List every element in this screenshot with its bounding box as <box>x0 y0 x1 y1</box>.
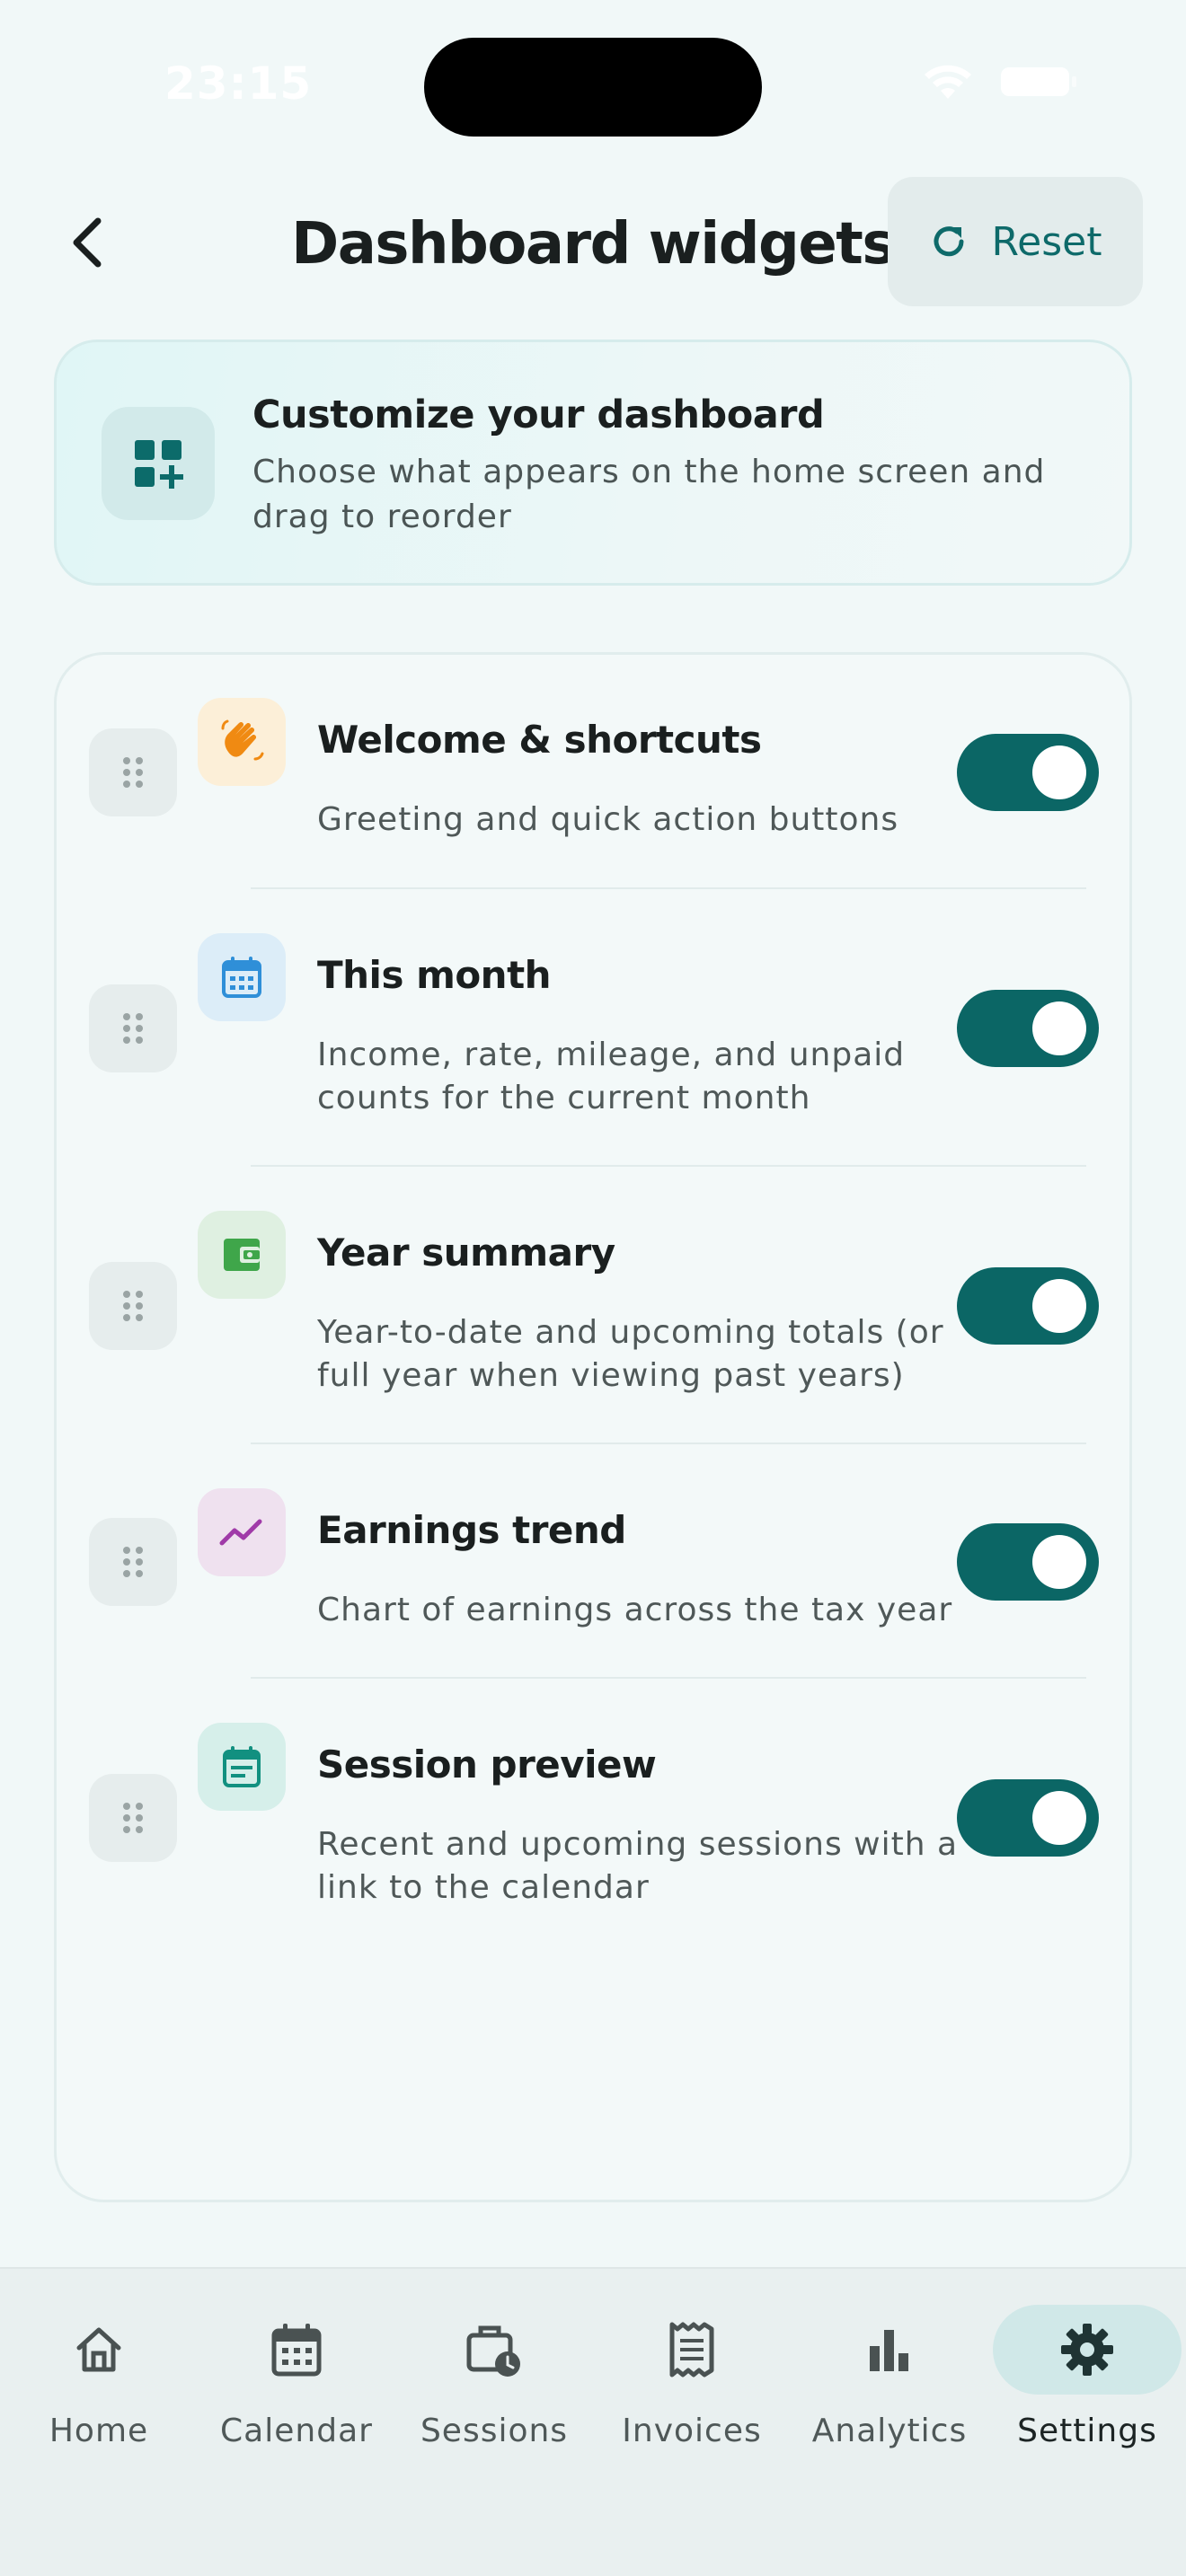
nav-label: Home <box>49 2413 149 2449</box>
nav-item-calendar[interactable]: Calendar <box>202 2305 391 2449</box>
intro-title: Customize your dashboard <box>252 393 825 437</box>
widget-title: Year summary <box>317 1231 615 1275</box>
widget-title: Session preview <box>317 1742 657 1786</box>
gear-icon <box>993 2305 1182 2395</box>
receipt-icon <box>597 2305 786 2395</box>
drag-handle-icon[interactable] <box>89 1262 177 1350</box>
event-note-icon <box>198 1723 286 1811</box>
header: Dashboard widgets Reset <box>0 175 1186 310</box>
battery-icon <box>1001 67 1076 96</box>
intro-description: Choose what appears on the home screen a… <box>252 454 1046 535</box>
divider <box>251 1165 1086 1167</box>
reset-label: Reset <box>991 218 1102 265</box>
toggle-session-preview[interactable] <box>957 1779 1099 1857</box>
reset-button[interactable]: Reset <box>888 177 1143 306</box>
calendar-month-icon <box>198 933 286 1021</box>
trending-up-icon <box>198 1488 286 1576</box>
nav-item-invoices[interactable]: Invoices <box>597 2305 786 2449</box>
nav-label: Calendar <box>220 2413 373 2449</box>
nav-item-sessions[interactable]: Sessions <box>400 2305 589 2449</box>
widget-title: This month <box>317 953 552 997</box>
widget-description: Recent and upcoming sessions with a link… <box>317 1826 959 1906</box>
nav-item-settings[interactable]: Settings <box>993 2305 1182 2449</box>
toggle-knob <box>1032 1001 1086 1055</box>
toggle-knob <box>1032 1535 1086 1589</box>
divider <box>251 1442 1086 1444</box>
briefcase-clock-icon <box>400 2305 589 2395</box>
divider <box>251 1677 1086 1679</box>
widget-title: Welcome & shortcuts <box>317 718 762 762</box>
widget-description: Chart of earnings across the tax year <box>317 1592 953 1628</box>
refresh-icon <box>934 226 964 257</box>
nav-item-home[interactable]: Home <box>4 2305 193 2449</box>
status-bar: 23:15 <box>0 0 1186 171</box>
nav-label: Invoices <box>622 2413 762 2449</box>
drag-handle-icon[interactable] <box>89 728 177 816</box>
wifi-icon <box>925 65 971 99</box>
toggle-welcome[interactable] <box>957 734 1099 811</box>
nav-item-analytics[interactable]: Analytics <box>795 2305 984 2449</box>
drag-handle-icon[interactable] <box>89 984 177 1072</box>
waving-hand-icon <box>198 698 286 786</box>
calendar-icon <box>202 2305 391 2395</box>
widgets-list: Welcome & shortcuts Greeting and quick a… <box>54 652 1132 2202</box>
divider <box>251 887 1086 889</box>
drag-handle-icon[interactable] <box>89 1518 177 1606</box>
home-icon <box>4 2305 193 2395</box>
toggle-year-summary[interactable] <box>957 1267 1099 1345</box>
bar-chart-icon <box>795 2305 984 2395</box>
status-icons <box>922 63 1078 101</box>
toggle-knob <box>1032 1279 1086 1333</box>
nav-label: Settings <box>1017 2413 1157 2449</box>
nav-label: Sessions <box>420 2413 569 2449</box>
status-time: 23:15 <box>164 57 313 110</box>
toggle-knob <box>1032 1791 1086 1845</box>
dynamic-island <box>424 38 762 137</box>
toggle-this-month[interactable] <box>957 990 1099 1067</box>
intro-card: Customize your dashboard Choose what app… <box>54 340 1132 586</box>
dashboard-customize-icon <box>102 407 215 520</box>
toggle-knob <box>1032 745 1086 799</box>
widget-description: Greeting and quick action buttons <box>317 801 899 838</box>
widget-title: Earnings trend <box>317 1508 626 1552</box>
toggle-earnings-trend[interactable] <box>957 1523 1099 1601</box>
widget-description: Year-to-date and upcoming totals (or ful… <box>317 1314 944 1394</box>
bottom-nav: Home Calendar Sessions Invoices Analytic… <box>0 2267 1186 2576</box>
drag-handle-icon[interactable] <box>89 1774 177 1862</box>
widget-description: Income, rate, mileage, and unpaid counts… <box>317 1037 906 1116</box>
nav-label: Analytics <box>811 2413 968 2449</box>
wallet-icon <box>198 1211 286 1299</box>
